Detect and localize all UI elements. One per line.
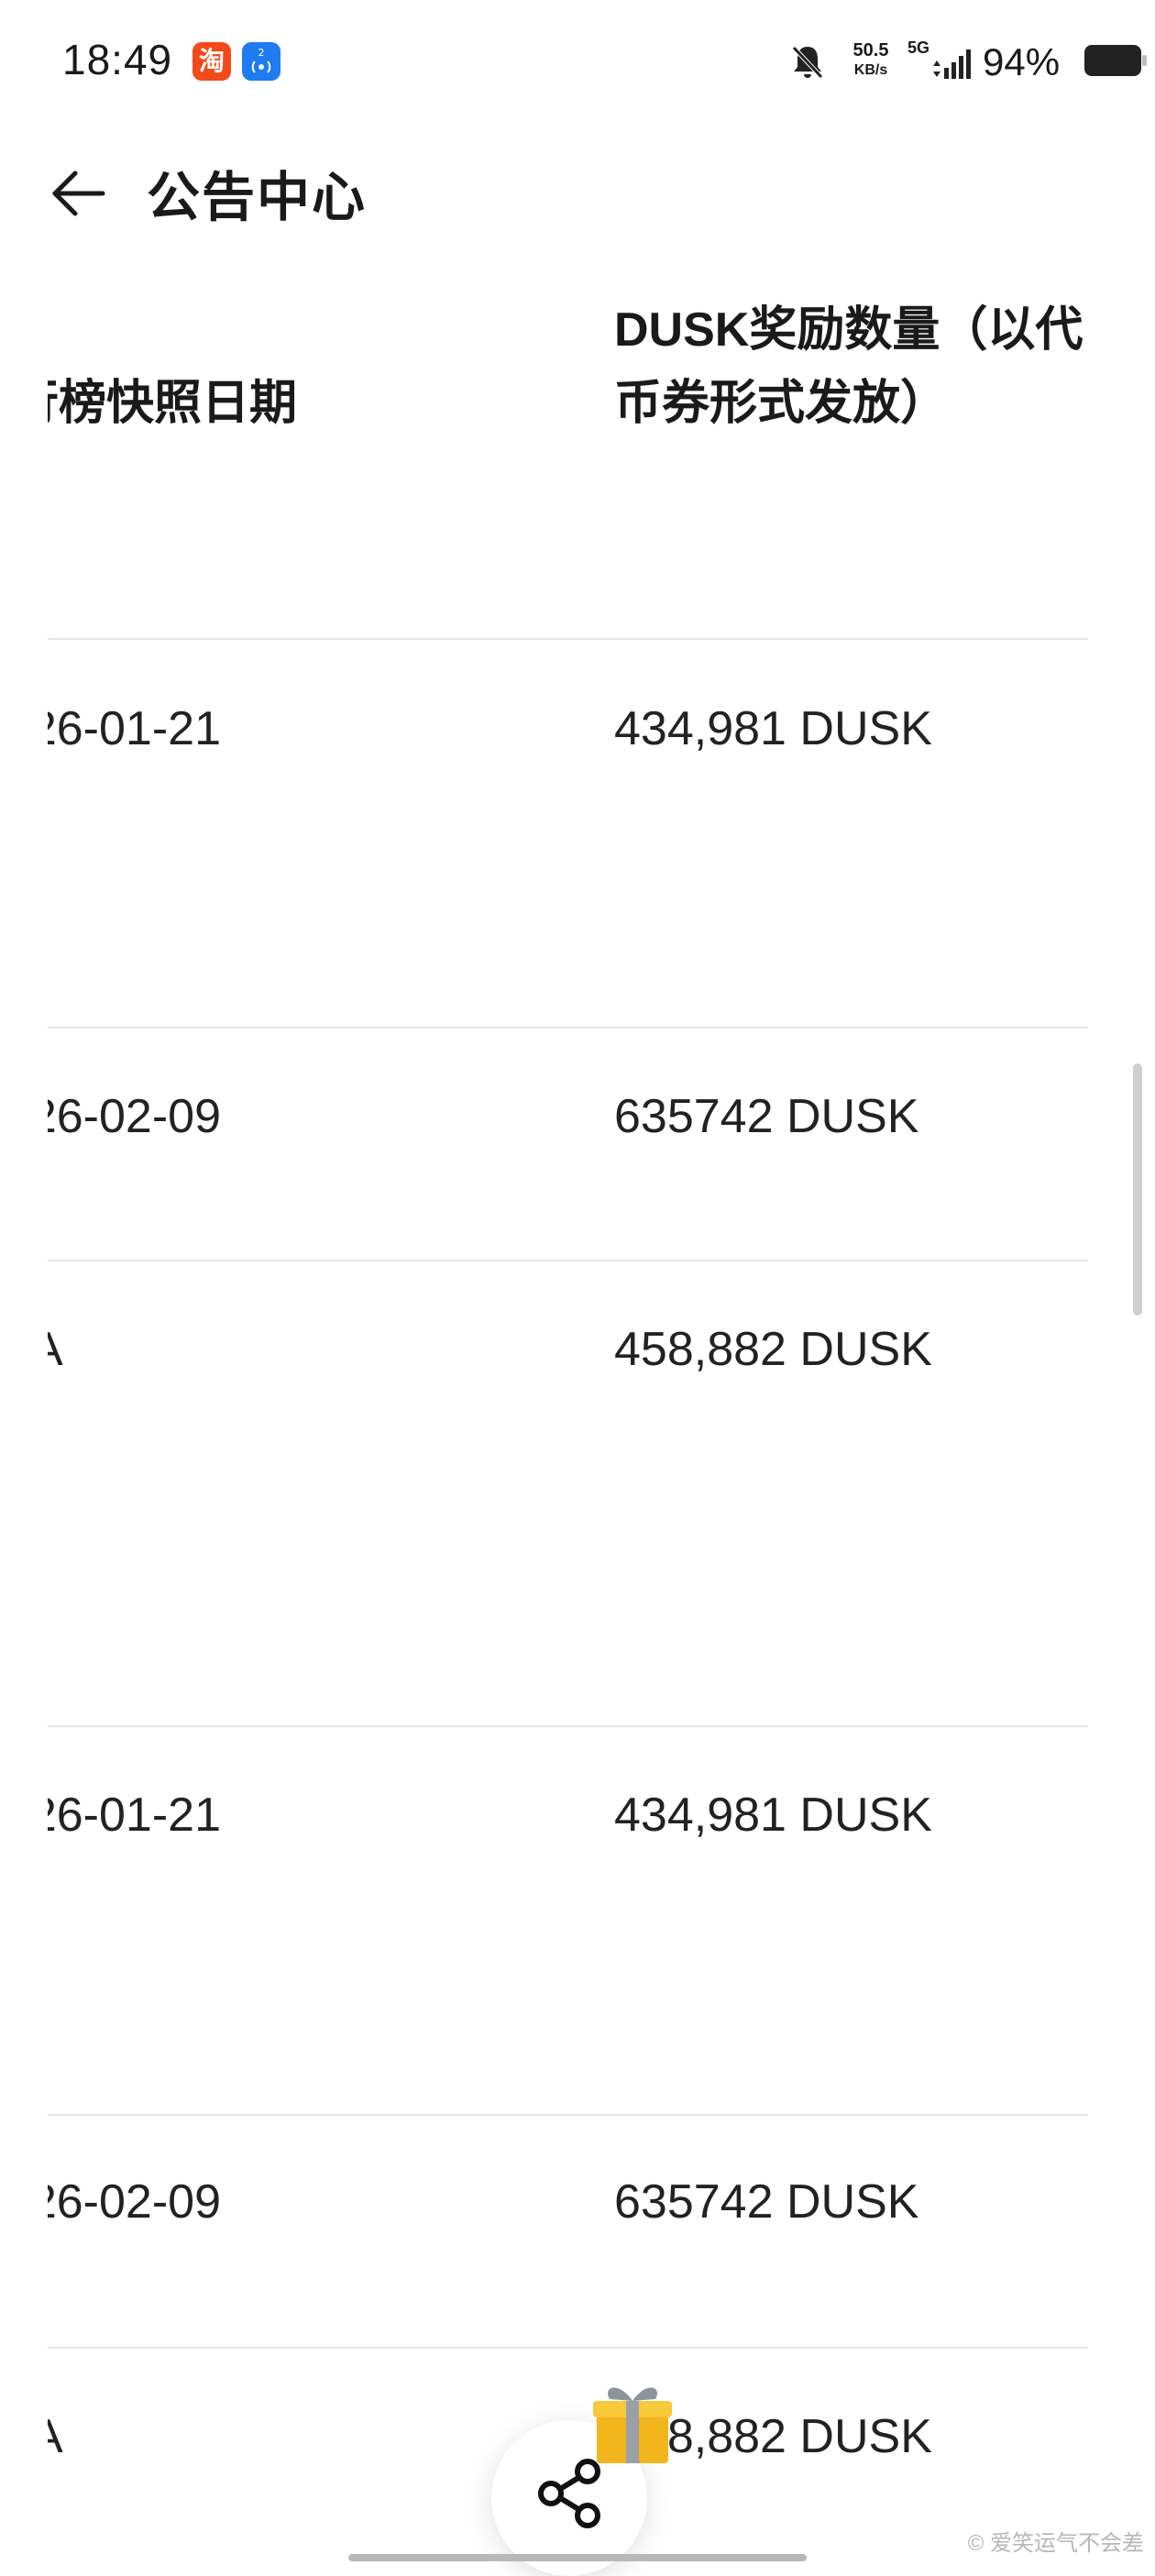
network-speed-unit: KB/s [853,62,888,78]
row-divider [48,1027,1088,1029]
page-header: 公告中心 [0,138,1155,248]
row-2-reward: 635742 DUSK [614,1090,919,1143]
announcement-table[interactable]: 行榜快照日期 DUSK奖励数量（以代 币券形式发放） 2026-01-21 43… [48,275,1088,2567]
nfc-notification-icon: 2 [242,42,280,81]
row-6-date: N/A [48,2409,63,2464]
row-divider [48,1260,1088,1261]
status-bar: 18:49 淘 2 50.5 KB/s 5G 94% [0,0,1155,124]
row-divider [48,1725,1088,1727]
page-title: 公告中心 [147,168,368,227]
arrow-left-icon[interactable] [48,163,108,224]
header-snapshot-date: 行榜快照日期 [48,377,298,430]
signal-icon [933,50,971,79]
row-divider [48,2347,1088,2349]
network-speed: 50.5 KB/s [843,40,898,81]
taobao-notification-icon: 淘 [192,42,231,81]
row-3-reward: 458,882 DUSK [614,1323,932,1376]
watermark: © 爱笑运气不会差 [967,2531,1144,2556]
gift-icon[interactable] [591,2379,674,2466]
row-3-date: N/A [48,1322,63,1377]
row-5-date: 2026-02-09 [48,2175,221,2229]
battery-percent: 94% [983,40,1061,83]
row-divider [48,638,1088,640]
row-1-date: 2026-01-21 [48,702,221,755]
network-speed-value: 50.5 [852,40,889,61]
nfc-badge-count: 2 [258,47,265,59]
row-1-reward: 434,981 DUSK [614,702,932,755]
row-5-reward: 635742 DUSK [614,2175,919,2229]
home-indicator[interactable] [348,2554,807,2561]
share-icon [538,2459,600,2528]
bell-off-icon [792,46,823,79]
row-divider [48,2114,1088,2116]
row-2-date: 2026-02-09 [48,1090,221,1143]
status-time: 18:49 [62,36,173,83]
row-4-reward: 434,981 DUSK [614,1789,932,1842]
vertical-scrollbar[interactable] [1133,1063,1142,1316]
battery-icon [1084,45,1147,76]
header-reward-line2: 币券形式发放） [614,377,949,430]
header-reward-line1: DUSK奖励数量（以代 [614,303,1084,357]
row-4-date: 2026-01-21 [48,1789,221,1842]
